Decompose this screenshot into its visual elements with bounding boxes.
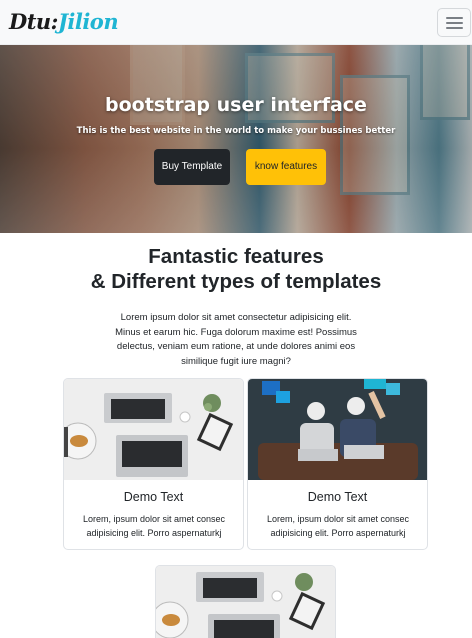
buy-template-button[interactable]: Buy Template [154,149,230,185]
card-text: Lorem, ipsum dolor sit amet consec adipi… [82,514,226,538]
template-card[interactable]: Demo Text Lorem, ipsum dolor sit amet co… [247,378,428,550]
card-title: Demo Text [307,490,368,504]
navbar: Dtu:Jilion [0,0,472,45]
features-title-line2: & Different types of templates [90,270,382,293]
brand-text-part1: Dtu: [9,9,58,34]
brand-text-part2: Jilion [57,9,119,34]
card-text: Lorem, ipsum dolor sit amet consec adipi… [266,514,410,538]
template-card[interactable]: Demo Text Lorem, ipsum dolor sit amet co… [63,378,244,550]
card-title: Demo Text [123,490,184,504]
card-image-laptops-desk [156,566,335,638]
know-features-button[interactable]: know features [246,149,326,185]
template-card[interactable] [155,565,336,638]
card-image-masked-people [248,379,427,480]
features-description: Lorem ipsum dolor sit amet consectetur a… [115,312,357,367]
features-title: Fantastic features & Different types of … [0,244,472,294]
hero-section: bootstrap user interface This is the bes… [0,45,472,233]
features-title-line1: Fantastic features [148,245,324,268]
brand-logo[interactable]: Dtu:Jilion [9,8,119,36]
hero-title: bootstrap user interface [105,94,367,116]
card-image-laptops-desk [64,379,243,480]
navbar-toggler-button[interactable] [437,8,471,37]
hero-subtitle: This is the best website in the world to… [76,126,396,136]
